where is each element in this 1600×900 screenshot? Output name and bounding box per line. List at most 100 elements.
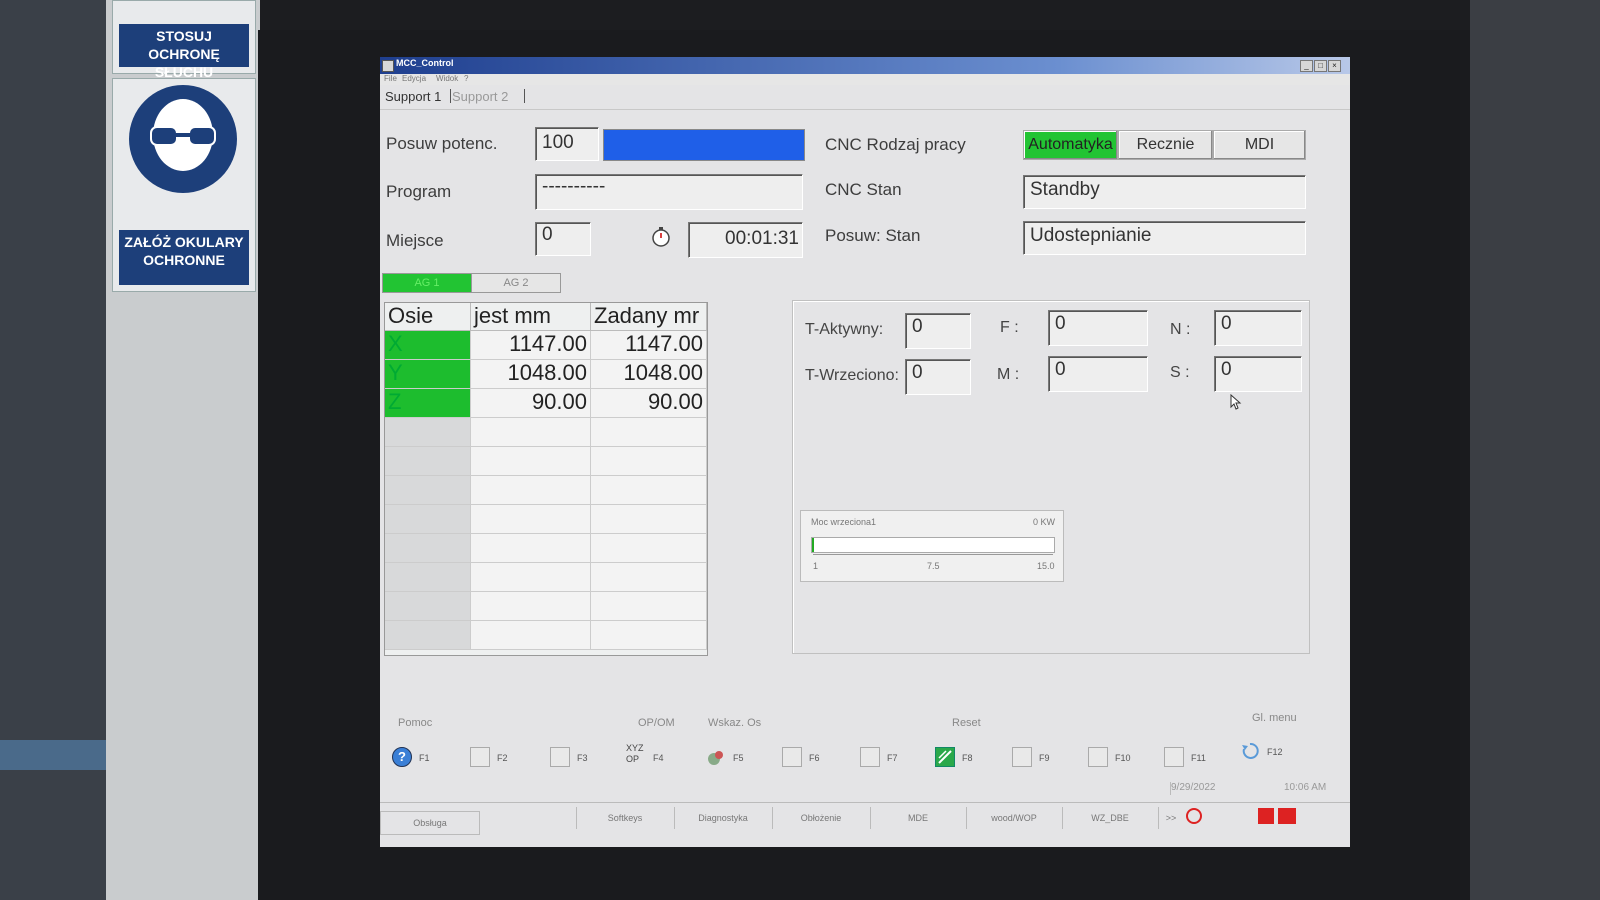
cnc-state-field: Standby — [1023, 175, 1306, 209]
axis-y-target: 1048.00 — [591, 360, 707, 389]
axis-z-target: 90.00 — [591, 389, 707, 418]
softkey-label-help: Pomoc — [398, 717, 433, 729]
nav-softkeys[interactable]: Softkeys — [576, 807, 675, 829]
s-field: 0 — [1214, 356, 1302, 392]
close-button[interactable]: × — [1328, 60, 1341, 72]
recznie-button[interactable]: Recznie — [1118, 130, 1213, 160]
hearing-protection-sign: STOSUJ OCHRONĘ SŁUCHU — [112, 0, 256, 80]
nav-wz-dbe[interactable]: WZ_DBE — [1062, 807, 1159, 829]
axes-empty-cell — [471, 592, 591, 621]
nav-diagnostyka[interactable]: Diagnostyka — [674, 807, 773, 829]
minimize-button[interactable]: _ — [1300, 60, 1313, 72]
n-label: N : — [1170, 321, 1191, 338]
maximize-button[interactable]: □ — [1314, 60, 1327, 72]
axes-empty-cell — [385, 534, 471, 563]
nav-more[interactable]: >> — [1158, 807, 1184, 829]
menu-view[interactable]: Widok — [436, 74, 458, 83]
axis-y-name: Y — [385, 360, 471, 389]
alarm-indicator-2 — [1278, 808, 1296, 824]
cnc-screen: MCC_Control _ □ × File Edycja Widok ? Su… — [380, 57, 1350, 847]
axes-header-target: Zadany mr — [591, 303, 707, 331]
t-spindle-label: T-Wrzeciono: — [805, 367, 899, 384]
stopwatch-icon — [650, 226, 672, 248]
feed-value-field: 100 — [535, 127, 599, 161]
tab-ag-1[interactable]: AG 1 — [382, 273, 472, 293]
background-wall-right — [1470, 0, 1600, 900]
tab-support-2[interactable]: Support 2 — [452, 89, 508, 104]
power-off-icon[interactable] — [1186, 808, 1202, 824]
axes-empty-cell — [471, 447, 591, 476]
window-title: MCC_Control — [396, 58, 454, 68]
background-wall — [0, 0, 106, 900]
axes-empty-cell — [591, 476, 707, 505]
menu-edit[interactable]: Edycja — [402, 74, 426, 83]
axes-empty-cell — [591, 563, 707, 592]
axis-z-name: Z — [385, 389, 471, 418]
axes-empty-cell — [471, 534, 591, 563]
nav-obsluga[interactable]: Obsługa — [380, 811, 480, 835]
program-label: Program — [386, 182, 452, 201]
axes-header-osie: Osie — [385, 303, 471, 331]
axes-empty-cell — [471, 476, 591, 505]
mdi-button[interactable]: MDI — [1213, 130, 1306, 160]
axes-empty-cell — [591, 621, 707, 650]
support-tabs: Support 1 Support 2 — [380, 87, 1350, 110]
spindle-power-gauge: Moc wrzeciona1 0 KW 1 7.5 15.0 — [800, 510, 1064, 582]
location-field[interactable]: 0 — [535, 222, 591, 256]
softkey-label-wskaz: Wskaz. Os — [708, 717, 762, 729]
nav-obloznie[interactable]: Obłożenie — [772, 807, 871, 829]
n-field: 0 — [1214, 310, 1302, 346]
t-spindle-field: 0 — [905, 359, 971, 395]
feed-label: Posuw potenc. — [386, 134, 498, 153]
feed-state-label: Posuw: Stan — [825, 226, 921, 245]
program-field[interactable]: ---------- — [535, 174, 803, 210]
automatyka-button[interactable]: Automatyka — [1023, 130, 1118, 160]
m-label: M : — [997, 366, 1020, 383]
timer-field: 00:01:31 — [688, 222, 803, 258]
axes-empty-cell — [385, 592, 471, 621]
cnc-state-label: CNC Stan — [825, 180, 902, 199]
axes-empty-cell — [591, 447, 707, 476]
f-label: F : — [1000, 319, 1019, 336]
axes-empty-cell — [385, 447, 471, 476]
nav-empty[interactable] — [478, 807, 577, 829]
nav-wood-wop[interactable]: wood/WOP — [966, 807, 1063, 829]
menu-bar: File Edycja Widok ? — [380, 74, 1350, 85]
power-tick-max: 15.0 — [1037, 561, 1055, 571]
axes-empty-cell — [385, 505, 471, 534]
menu-file[interactable]: File — [384, 74, 397, 83]
axes-empty-cell — [591, 534, 707, 563]
power-bar — [811, 537, 1055, 553]
help-icon: ? — [392, 747, 412, 767]
t-active-field: 0 — [905, 313, 971, 349]
power-label: Moc wrzeciona1 — [811, 517, 877, 527]
axis-x-actual: 1147.00 — [471, 331, 591, 360]
feed-bar — [603, 129, 805, 161]
cnc-mode-label: CNC Rodzaj pracy — [825, 135, 966, 154]
status-date: 9/29/2022 — [1170, 782, 1281, 795]
axis-x-name: X — [385, 331, 471, 360]
hearing-sign-caption: STOSUJ OCHRONĘ SŁUCHU — [119, 24, 249, 80]
axes-empty-cell — [471, 563, 591, 592]
menu-help[interactable]: ? — [464, 74, 468, 83]
axes-empty-cell — [385, 563, 471, 592]
m-field: 0 — [1048, 356, 1148, 392]
bottom-navigation: Obsługa Softkeys Diagnostyka Obłożenie M… — [380, 802, 1350, 835]
tab-support-1[interactable]: Support 1 — [385, 89, 441, 104]
status-bar: 9/29/2022 10:06 AM — [380, 779, 1350, 795]
axes-empty-cell — [471, 418, 591, 447]
axes-header-actual: jest mm — [471, 303, 591, 331]
status-time: 10:06 AM — [1284, 782, 1327, 793]
nav-mde[interactable]: MDE — [870, 807, 967, 829]
softkey-label-gl-menu: Gl. menu — [1252, 712, 1297, 724]
axes-empty-cell — [591, 592, 707, 621]
tab-ag-2[interactable]: AG 2 — [471, 273, 561, 293]
goggles-pictogram-icon — [129, 85, 237, 193]
goggles-sign: ZAŁÓŻ OKULARY OCHRONNE — [112, 78, 256, 292]
softkey-label-opom: OP/OM — [638, 717, 675, 729]
app-icon — [382, 60, 394, 72]
axis-y-actual: 1048.00 — [471, 360, 591, 389]
feed-bar-fill — [604, 130, 804, 160]
power-tick-min: 1 — [813, 561, 819, 571]
edit-icon — [935, 747, 955, 767]
